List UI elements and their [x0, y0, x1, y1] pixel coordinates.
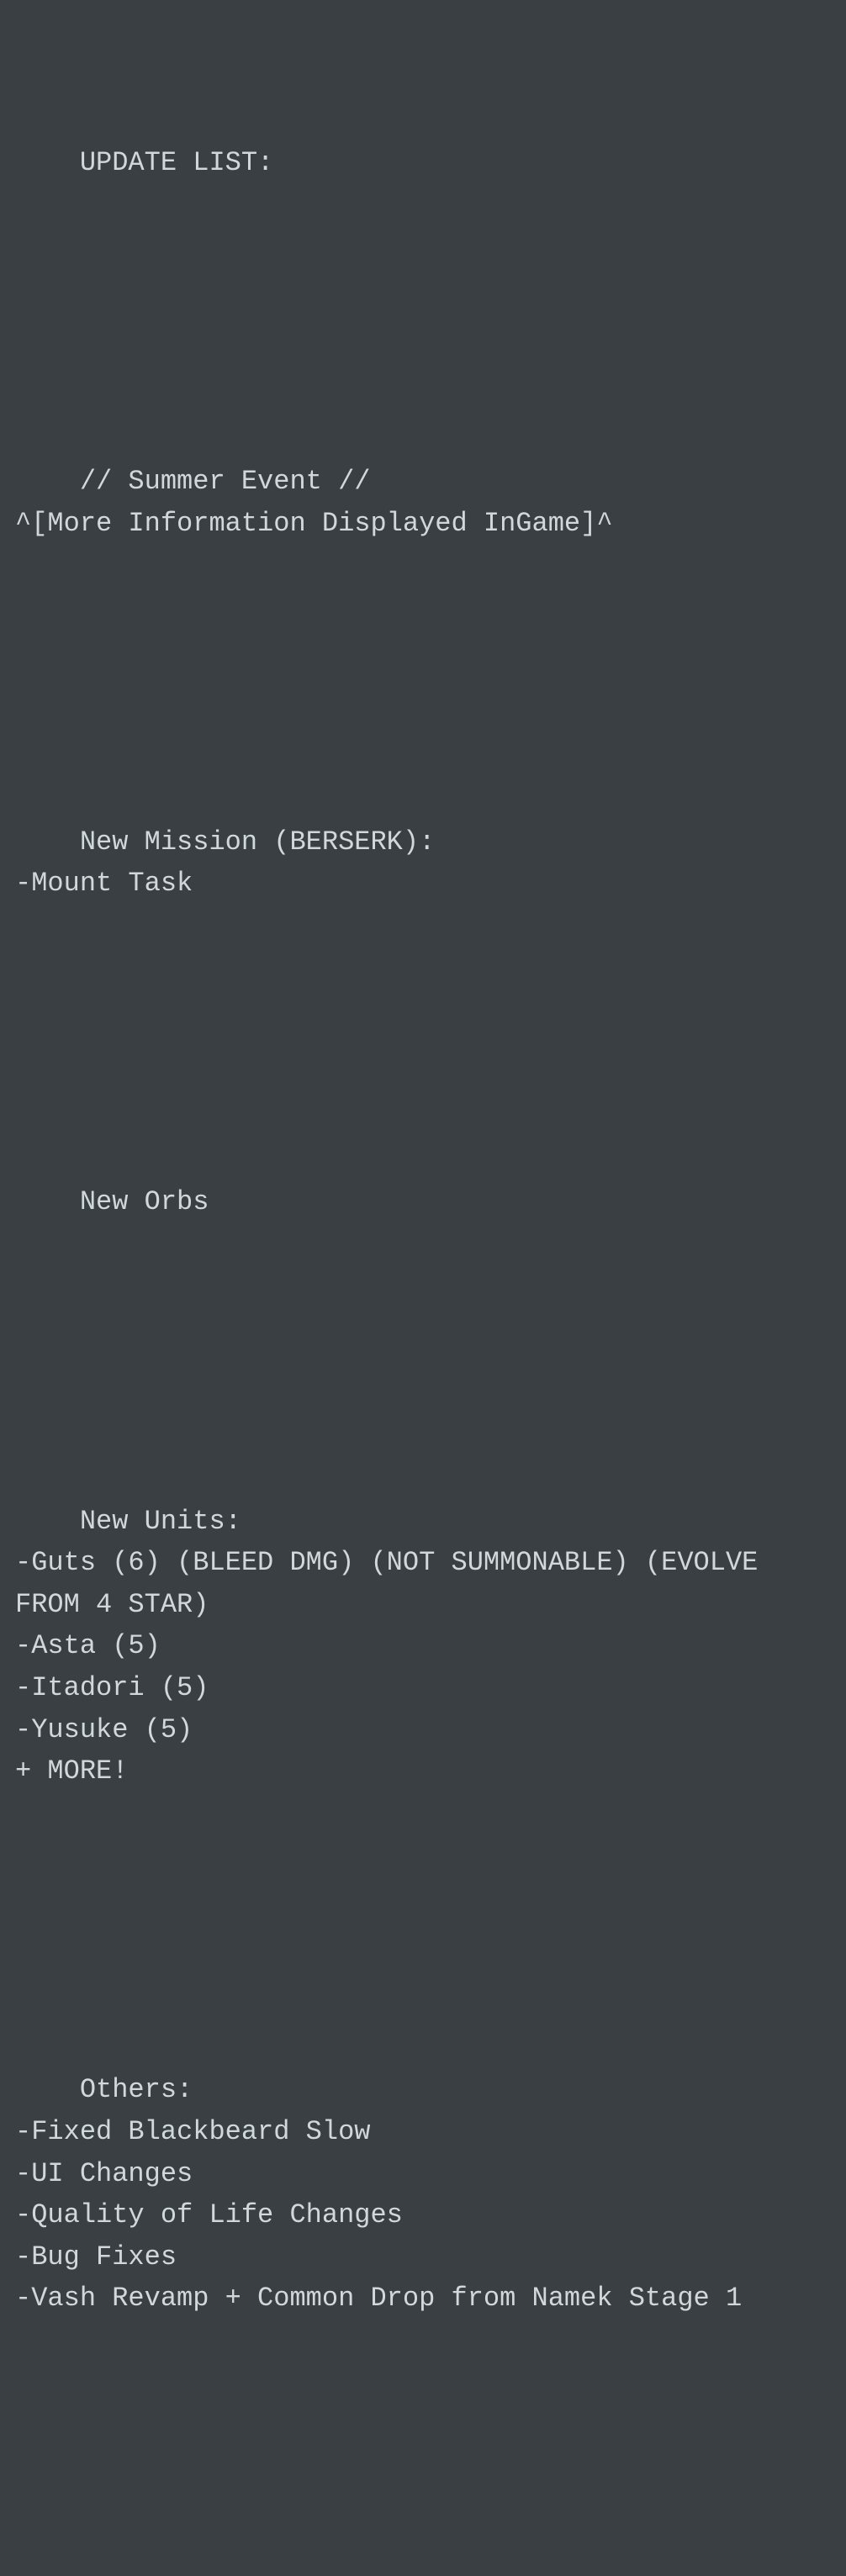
- new-units-text: New Units: -Guts (6) (BLEED DMG) (NOT SU…: [15, 1506, 775, 1787]
- summer-event-text: // Summer Event // ^[More Information Di…: [15, 466, 613, 539]
- section-update-header: UPDATE LIST:: [15, 100, 831, 225]
- others-text: Others: -Fixed Blackbeard Slow -UI Chang…: [15, 2074, 742, 2314]
- section-new-mission: New Mission (BERSERK): -Mount Task: [15, 779, 831, 946]
- new-mission-text: New Mission (BERSERK): -Mount Task: [15, 826, 435, 900]
- update-list-content: UPDATE LIST: // Summer Event // ^[More I…: [15, 17, 831, 2576]
- section-new-code: NEW CODE: "mrworldwide" (300 GEMS): [15, 2555, 831, 2576]
- section-new-units: New Units: -Guts (6) (BLEED DMG) (NOT SU…: [15, 1459, 831, 1834]
- update-header-text: UPDATE LIST:: [80, 147, 273, 178]
- section-summer-event: // Summer Event // ^[More Information Di…: [15, 419, 831, 585]
- section-others: Others: -Fixed Blackbeard Slow -UI Chang…: [15, 2028, 831, 2362]
- new-orbs-text: New Orbs: [80, 1186, 209, 1217]
- section-new-orbs: New Orbs: [15, 1140, 831, 1265]
